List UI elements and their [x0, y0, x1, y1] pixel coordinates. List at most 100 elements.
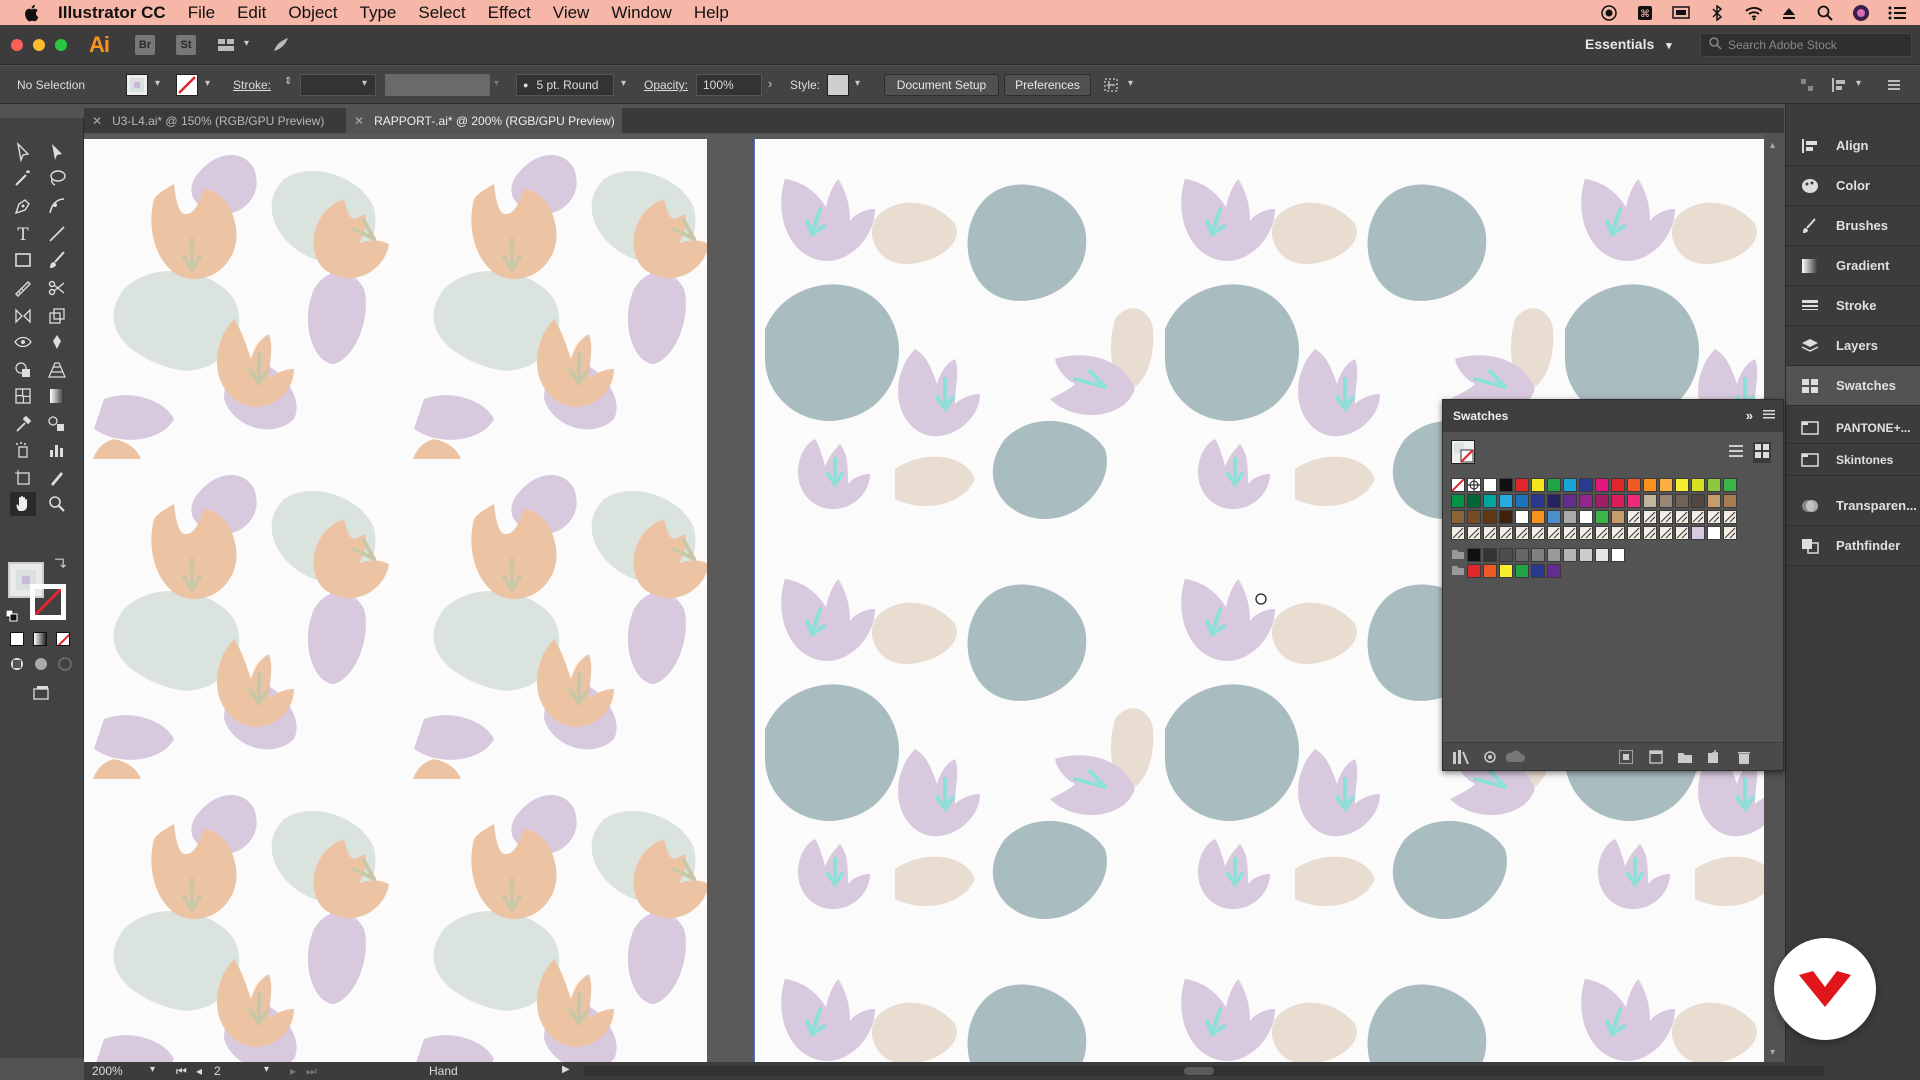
swatches-panel-header[interactable]: Swatches »	[1443, 400, 1783, 432]
fill-chevron-icon[interactable]: ▾	[155, 78, 160, 89]
zoom-chevron-icon[interactable]: ▾	[150, 1064, 155, 1075]
swatch-cell[interactable]	[1451, 548, 1465, 562]
siri-icon[interactable]	[1852, 4, 1870, 22]
zoom-window-button[interactable]	[55, 39, 67, 51]
swatch-cell[interactable]	[1723, 526, 1737, 540]
swatch-cell[interactable]	[1451, 510, 1465, 524]
swatch-cell[interactable]	[1467, 548, 1481, 562]
app-name-menu[interactable]: Illustrator CC	[58, 3, 166, 23]
artboard-tool-icon[interactable]	[10, 466, 36, 490]
stroke-chevron-icon[interactable]: ▾	[205, 78, 210, 89]
shape-builder-tool-icon[interactable]	[10, 358, 36, 382]
swatch-cell[interactable]	[1483, 564, 1497, 578]
pen-tool-icon[interactable]	[10, 194, 36, 218]
swatch-cell[interactable]	[1579, 526, 1593, 540]
lasso-tool-icon[interactable]	[44, 166, 70, 190]
arrange-chevron-icon[interactable]: ▾	[244, 38, 249, 49]
swatch-cell[interactable]	[1547, 478, 1561, 492]
line-segment-tool-icon[interactable]	[44, 222, 70, 246]
swatch-cell[interactable]	[1531, 494, 1545, 508]
slice-tool-icon[interactable]	[44, 466, 70, 490]
rectangle-tool-icon[interactable]	[10, 248, 36, 272]
show-swatch-kinds-icon[interactable]	[1483, 750, 1497, 767]
blend-tool-icon[interactable]	[44, 412, 70, 436]
new-swatch-icon[interactable]	[1707, 750, 1721, 767]
swatch-cell[interactable]	[1579, 478, 1593, 492]
curvature-tool-icon[interactable]	[44, 194, 70, 218]
horizontal-scrollbar[interactable]	[584, 1066, 1824, 1076]
align-options-icon[interactable]	[1794, 73, 1820, 97]
horizontal-scroll-thumb[interactable]	[1184, 1067, 1214, 1075]
default-fill-stroke-icon[interactable]	[5, 609, 18, 622]
swatch-cell[interactable]	[1611, 526, 1625, 540]
swatch-cell[interactable]	[1723, 510, 1737, 524]
shaper-tool-icon[interactable]	[10, 276, 36, 300]
transform-options-icon[interactable]	[1098, 73, 1124, 97]
style-chevron-icon[interactable]: ▾	[855, 78, 860, 89]
swatch-cell[interactable]	[1691, 478, 1705, 492]
wifi-icon[interactable]	[1744, 4, 1762, 22]
swatch-cell[interactable]	[1483, 548, 1497, 562]
draw-behind-icon[interactable]	[30, 654, 52, 674]
gradient-mode-icon[interactable]	[33, 632, 47, 646]
close-window-button[interactable]	[11, 39, 23, 51]
apple-icon[interactable]	[20, 2, 44, 24]
brush-definition-field[interactable]: ● 5 pt. Round	[516, 74, 614, 96]
swatch-cell[interactable]	[1563, 510, 1577, 524]
minimize-window-button[interactable]	[33, 39, 45, 51]
screen-mode-icon[interactable]	[28, 682, 54, 704]
none-mode-icon[interactable]	[56, 632, 70, 646]
swatch-cell[interactable]	[1659, 510, 1673, 524]
swatch-cell[interactable]	[1675, 478, 1689, 492]
swatch-cell[interactable]	[1547, 548, 1561, 562]
swatch-cell[interactable]	[1643, 510, 1657, 524]
swatch-cell[interactable]	[1627, 494, 1641, 508]
swatch-cell[interactable]	[1675, 526, 1689, 540]
status-menu-arrow-icon[interactable]: ▶	[562, 1064, 570, 1075]
swatch-cell[interactable]	[1675, 494, 1689, 508]
distribute-icon[interactable]	[1826, 73, 1852, 97]
previous-artboard-icon[interactable]: ◂	[196, 1064, 202, 1078]
hand-tool-icon[interactable]	[10, 492, 36, 516]
swatch-cell[interactable]	[1563, 478, 1577, 492]
delete-swatch-icon[interactable]	[1737, 750, 1751, 767]
dock-layers[interactable]: Layers	[1786, 326, 1920, 366]
artboard-number[interactable]: 2	[214, 1064, 221, 1078]
display-icon[interactable]	[1672, 4, 1690, 22]
swatch-cell[interactable]	[1531, 564, 1545, 578]
swatch-cell[interactable]	[1691, 510, 1705, 524]
list-view-icon[interactable]	[1729, 444, 1743, 461]
control-panel-menu-icon[interactable]	[1881, 73, 1907, 97]
swatch-cell[interactable]	[1563, 526, 1577, 540]
symbol-sprayer-tool-icon[interactable]	[10, 438, 36, 462]
swatch-cell[interactable]	[1611, 478, 1625, 492]
bridge-button[interactable]: Br	[135, 35, 155, 55]
swatch-cell[interactable]	[1579, 494, 1593, 508]
swatch-cell[interactable]	[1579, 510, 1593, 524]
graphic-style-swatch[interactable]	[827, 74, 849, 96]
swatch-libraries-icon[interactable]	[1453, 750, 1469, 767]
brush-chevron-icon[interactable]: ▾	[621, 78, 626, 89]
menu-edit[interactable]: Edit	[237, 3, 266, 23]
swatch-cell[interactable]	[1499, 526, 1513, 540]
swatch-cell[interactable]	[1595, 526, 1609, 540]
mesh-tool-icon[interactable]	[10, 384, 36, 408]
gpu-performance-icon[interactable]	[268, 33, 294, 57]
scale-tool-icon[interactable]	[44, 304, 70, 328]
draw-inside-icon[interactable]	[54, 654, 76, 674]
menu-view[interactable]: View	[553, 3, 590, 23]
swatch-cell[interactable]	[1499, 510, 1513, 524]
swatch-cell[interactable]	[1611, 494, 1625, 508]
selection-tool-icon[interactable]	[10, 140, 36, 164]
swatch-cell[interactable]	[1659, 526, 1673, 540]
scissors-tool-icon[interactable]	[44, 276, 70, 300]
swatch-cell[interactable]	[1611, 548, 1625, 562]
dock-pathfinder[interactable]: Pathfinder	[1786, 526, 1920, 566]
swatch-cell[interactable]	[1627, 526, 1641, 540]
swatch-cell[interactable]	[1451, 526, 1465, 540]
perspective-grid-tool-icon[interactable]	[44, 358, 70, 382]
swatch-cell[interactable]	[1707, 510, 1721, 524]
swatch-cell[interactable]	[1483, 510, 1497, 524]
direct-selection-tool-icon[interactable]	[44, 140, 70, 164]
record-icon[interactable]	[1600, 4, 1618, 22]
